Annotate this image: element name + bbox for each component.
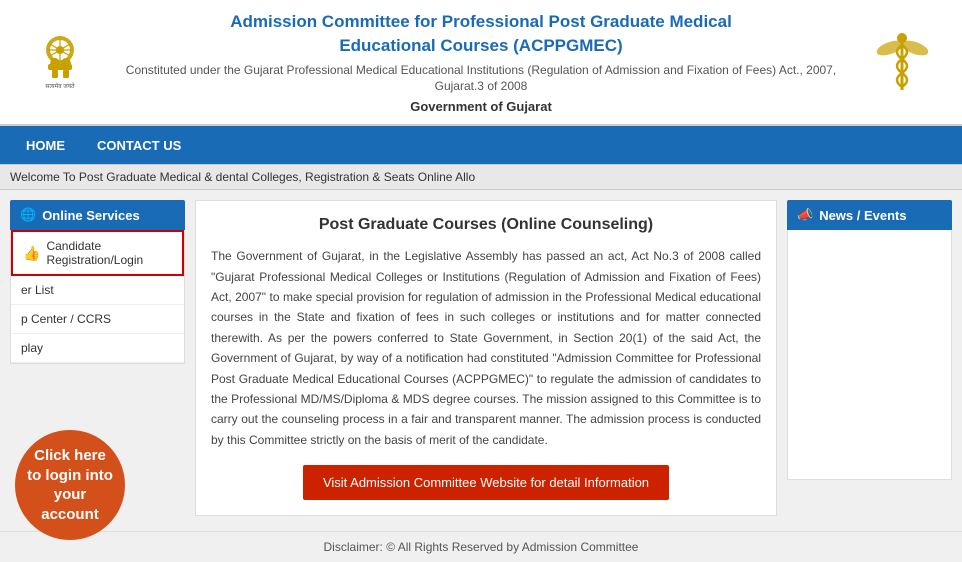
news-ticker: Welcome To Post Graduate Medical & denta… — [0, 164, 962, 190]
center-content: Post Graduate Courses (Online Counseling… — [195, 200, 777, 516]
nav-contact-us[interactable]: CONTACT US — [81, 126, 197, 164]
emblem-logo: सत्यमेव जयते — [20, 30, 100, 95]
org-subtitle: Constituted under the Gujarat Profession… — [120, 62, 842, 96]
megaphone-icon: 📣 — [797, 207, 813, 223]
sidebar-item-er-list[interactable]: er List — [11, 276, 184, 305]
news-sidebar: 📣 News / Events — [787, 200, 952, 516]
navigation-bar: HOME CONTACT US — [0, 126, 962, 164]
sidebar-header: 🌐 Online Services — [10, 200, 185, 230]
page-footer: Disclaimer: © All Rights Reserved by Adm… — [0, 531, 962, 562]
sidebar-menu: 👍 Candidate Registration/Login er List p… — [10, 230, 185, 364]
sidebar-item-candidate-registration[interactable]: 👍 Candidate Registration/Login — [11, 230, 184, 276]
news-header: 📣 News / Events — [787, 200, 952, 230]
page-header: सत्यमेव जयते Admission Committee for Pro… — [0, 0, 962, 126]
sidebar-item-display[interactable]: play — [11, 334, 184, 363]
thumb-icon: 👍 — [23, 245, 40, 262]
content-body: The Government of Gujarat, in the Legisl… — [211, 246, 761, 450]
globe-icon: 🌐 — [20, 207, 36, 223]
ashoka-emblem-icon: सत्यमेव जयते — [28, 30, 93, 95]
svg-text:सत्यमेव जयते: सत्यमेव जयते — [45, 82, 75, 90]
header-text-block: Admission Committee for Professional Pos… — [120, 10, 842, 114]
main-content-area: 🌐 Online Services 👍 Candidate Registrati… — [0, 190, 962, 526]
nav-home[interactable]: HOME — [10, 126, 81, 164]
disclaimer-text: Disclaimer: © All Rights Reserved by Adm… — [324, 540, 639, 554]
login-tooltip[interactable]: Click here to login into your account — [15, 430, 125, 540]
org-title-line2: Educational Courses (ACPPGMEC) — [120, 34, 842, 58]
visit-button[interactable]: Visit Admission Committee Website for de… — [303, 465, 669, 500]
content-title: Post Graduate Courses (Online Counseling… — [211, 216, 761, 234]
main-wrapper: 🌐 Online Services 👍 Candidate Registrati… — [0, 190, 962, 526]
org-title-line1: Admission Committee for Professional Pos… — [120, 10, 842, 34]
sidebar-item-help-center[interactable]: p Center / CCRS — [11, 305, 184, 334]
news-body — [787, 230, 952, 480]
caduceus-icon — [870, 30, 935, 95]
caduceus-logo — [862, 30, 942, 95]
org-gov: Government of Gujarat — [120, 99, 842, 114]
